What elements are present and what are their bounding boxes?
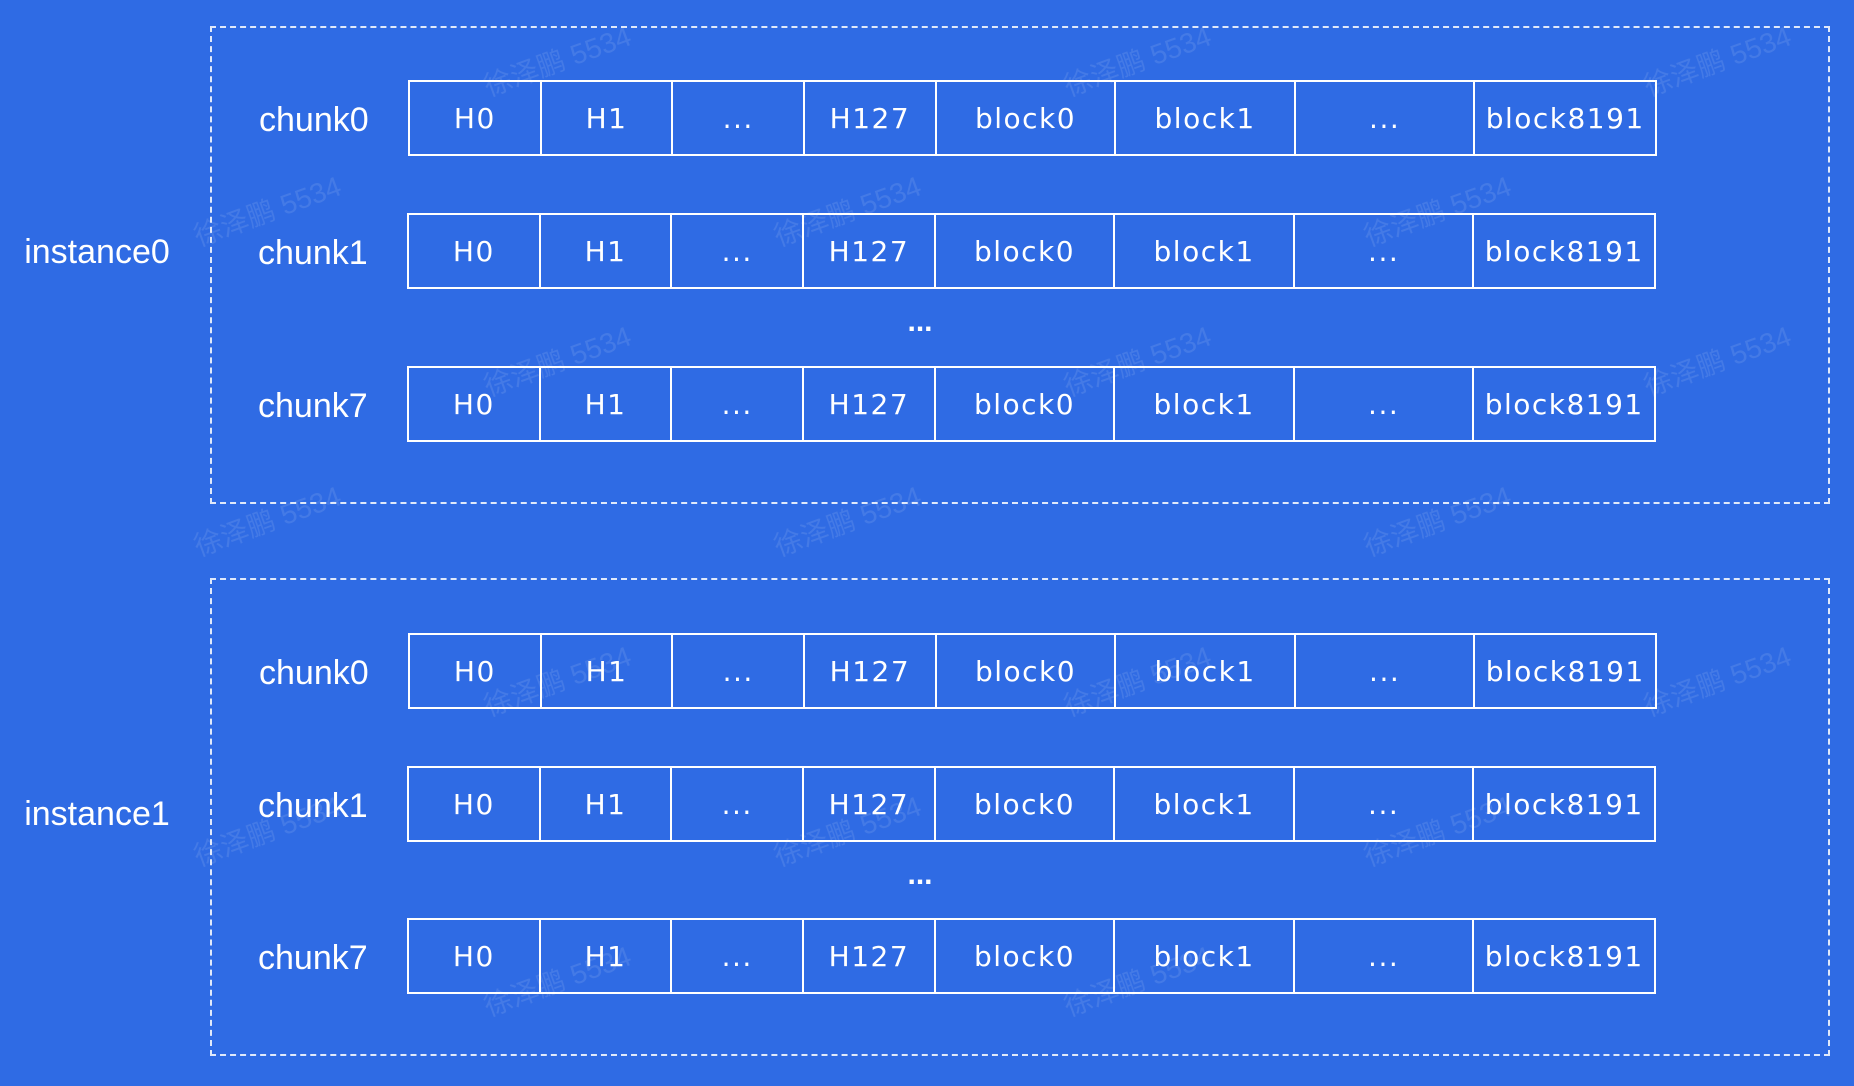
chunk-label: chunk0 <box>259 654 369 692</box>
ellipsis-cell: ... <box>1296 635 1476 707</box>
block-cell: block8191 <box>1484 939 1644 973</box>
ellipsis-cell: ... <box>673 82 806 154</box>
block-cell: block1 <box>1115 920 1295 992</box>
ellipsis-cell: ... <box>672 368 805 440</box>
header-cell: H0 <box>409 920 541 992</box>
instance-label: instance1 <box>24 795 170 833</box>
chunk-row: H0 H1 ... H127 block0 block1 ... block81… <box>408 80 1657 156</box>
header-cell: H0 <box>410 82 542 154</box>
block-cell: block0 <box>936 768 1116 840</box>
ellipsis-cell: ... <box>1295 215 1475 287</box>
chunk-label: chunk7 <box>258 939 368 977</box>
block-cell: block8191 <box>1484 387 1644 421</box>
header-cell: H127 <box>804 768 936 840</box>
ellipsis-cell: ... <box>672 920 805 992</box>
header-cell: H1 <box>541 215 673 287</box>
header-cell: H127 <box>804 215 936 287</box>
block-cell: block1 <box>1115 368 1295 440</box>
instance-label: instance0 <box>24 233 170 271</box>
block-cell: block1 <box>1116 635 1296 707</box>
ellipsis-cell: ... <box>1295 920 1475 992</box>
ellipsis-cell: ... <box>1295 368 1475 440</box>
header-cell: H127 <box>805 82 937 154</box>
block-cell: block8191 <box>1485 101 1645 135</box>
chunk-row: H0 H1 ... H127 block0 block1 ... block81… <box>408 633 1657 709</box>
block-cell: block8191 <box>1485 654 1645 688</box>
header-cell: H127 <box>805 635 937 707</box>
chunk-row: H0 H1 ... H127 block0 block1 ... block81… <box>407 918 1656 994</box>
more-chunks-ellipsis: ... <box>907 858 933 891</box>
header-cell: H1 <box>542 82 674 154</box>
header-cell: H1 <box>542 635 674 707</box>
header-cell: H127 <box>804 368 936 440</box>
header-cell: H0 <box>409 368 541 440</box>
header-cell: H0 <box>409 768 541 840</box>
header-cell: H127 <box>804 920 936 992</box>
more-chunks-ellipsis: ... <box>907 305 933 338</box>
block-cell: block0 <box>937 635 1117 707</box>
header-cell: H0 <box>409 215 541 287</box>
block-cell: block0 <box>936 215 1116 287</box>
header-cell: H1 <box>541 768 673 840</box>
block-cell: block1 <box>1115 215 1295 287</box>
block-cell: block0 <box>937 82 1117 154</box>
chunk-row: H0 H1 ... H127 block0 block1 ... block81… <box>407 213 1656 289</box>
header-cell: H0 <box>410 635 542 707</box>
block-cell: block8191 <box>1484 234 1644 268</box>
block-cell: block1 <box>1115 768 1295 840</box>
chunk-row: H0 H1 ... H127 block0 block1 ... block81… <box>407 766 1656 842</box>
ellipsis-cell: ... <box>1296 82 1476 154</box>
chunk-label: chunk7 <box>258 387 368 425</box>
block-cell: block1 <box>1116 82 1296 154</box>
block-cell: block0 <box>936 368 1116 440</box>
ellipsis-cell: ... <box>672 768 805 840</box>
block-cell: block8191 <box>1484 787 1644 821</box>
chunk-row: H0 H1 ... H127 block0 block1 ... block81… <box>407 366 1656 442</box>
header-cell: H1 <box>541 920 673 992</box>
chunk-label: chunk1 <box>258 787 368 825</box>
ellipsis-cell: ... <box>673 635 806 707</box>
chunk-label: chunk0 <box>259 101 369 139</box>
ellipsis-cell: ... <box>672 215 805 287</box>
block-cell: block0 <box>936 920 1116 992</box>
chunk-label: chunk1 <box>258 234 368 272</box>
header-cell: H1 <box>541 368 673 440</box>
ellipsis-cell: ... <box>1295 768 1475 840</box>
